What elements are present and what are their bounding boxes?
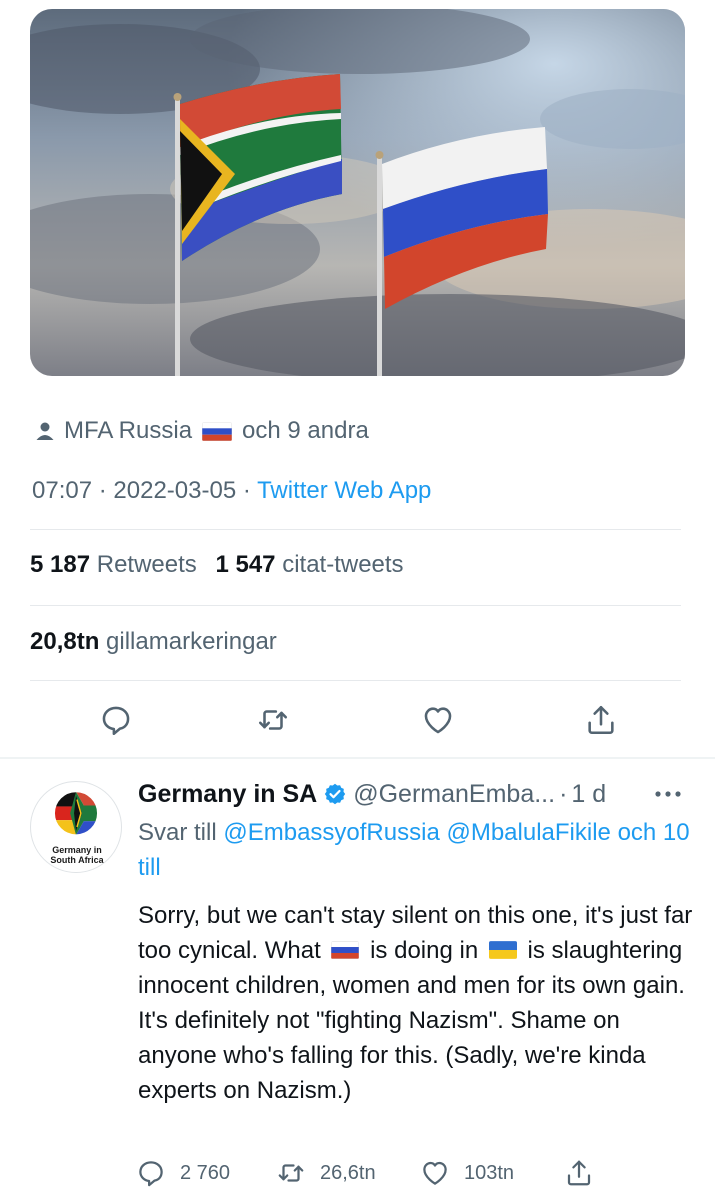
share-icon <box>567 1160 591 1186</box>
like-icon <box>424 707 452 734</box>
quotes-label: citat-tweets <box>282 551 404 578</box>
reply-text: Sorry, but we can't stay silent on this … <box>138 898 703 1108</box>
likes-stat[interactable]: 20,8tn gillamarkeringar <box>30 628 277 656</box>
reply-to-prefix: Svar till <box>138 819 217 846</box>
liked-by-name[interactable]: MFA Russia <box>64 417 192 445</box>
divider <box>30 529 681 530</box>
reply-header: Germany in SA @GermanEmba... · 1 d <box>138 777 688 811</box>
like-icon <box>423 1161 447 1185</box>
reply-icon <box>139 1161 163 1187</box>
like-button[interactable] <box>418 700 458 740</box>
tweet-date[interactable]: 2022-03-05 <box>113 477 236 504</box>
tweet-action-bar <box>0 700 715 740</box>
retweet-count: 26,6tn <box>320 1161 376 1184</box>
author-name[interactable]: Germany in SA <box>138 780 317 809</box>
tweet-timestamp-row: 07:07 · 2022-03-05 · Twitter Web App <box>32 477 431 505</box>
likes-count: 20,8tn <box>30 628 100 655</box>
flags-photo <box>30 9 685 376</box>
share-button[interactable] <box>581 700 621 740</box>
separator-dot: · <box>559 779 568 808</box>
retweets-count: 5 187 <box>30 551 91 578</box>
avatar-text-line1: Germany in <box>52 845 102 855</box>
share-button[interactable] <box>564 1155 608 1191</box>
retweet-button[interactable]: 26,6tn <box>276 1155 376 1191</box>
retweet-icon <box>258 710 288 730</box>
quotes-stat[interactable]: 1 547 citat-tweets <box>215 551 403 578</box>
retweet-button[interactable] <box>253 700 293 740</box>
reply-icon <box>102 706 130 736</box>
tweet-media-image[interactable] <box>30 9 685 376</box>
tweet-time[interactable]: 07:07 <box>32 477 92 504</box>
quotes-count: 1 547 <box>215 551 276 578</box>
avatar[interactable]: Germany in South Africa <box>30 781 122 873</box>
share-icon <box>588 705 614 735</box>
section-divider <box>0 757 715 759</box>
separator-dot: · <box>98 477 107 504</box>
tweet-source-link[interactable]: Twitter Web App <box>257 477 431 504</box>
avatar-text-line2: South Africa <box>50 855 104 865</box>
retweets-stat[interactable]: 5 187 Retweets <box>30 551 197 578</box>
reply-count: 2 760 <box>180 1161 231 1184</box>
liked-by-suffix: och 9 andra <box>242 417 369 444</box>
like-button[interactable]: 103tn <box>420 1155 514 1191</box>
separator-dot: · <box>242 477 251 504</box>
mention-link[interactable]: @MbalulaFikile <box>446 819 610 846</box>
like-count: 103tn <box>464 1161 515 1184</box>
reply-to-line: Svar till @EmbassyofRussia @MbalulaFikil… <box>138 815 698 885</box>
mention-link[interactable]: @EmbassyofRussia <box>223 819 439 846</box>
verified-badge-icon <box>325 783 346 805</box>
russia-flag-icon <box>202 421 233 441</box>
reply-time[interactable]: 1 d <box>571 780 606 809</box>
author-handle[interactable]: @GermanEmba... <box>353 780 555 809</box>
reply-button[interactable]: 2 760 <box>136 1155 230 1191</box>
more-options-icon[interactable] <box>653 789 683 799</box>
reply-action-bar: 2 760 26,6tn 103tn <box>136 1155 706 1191</box>
divider <box>30 680 681 681</box>
russia-flag-icon <box>331 940 360 959</box>
divider <box>30 605 681 606</box>
retweets-label: Retweets <box>96 551 197 578</box>
retweet-icon <box>278 1164 304 1182</box>
reply-text-part: is doing in <box>370 937 479 964</box>
likes-label: gillamarkeringar <box>106 628 277 655</box>
person-icon <box>36 422 54 440</box>
liked-by-row[interactable]: MFA Russia och 9 andra <box>34 415 369 447</box>
reply-button[interactable] <box>96 700 136 740</box>
tweet-stats-row: 5 187 Retweets 1 547 citat-tweets <box>30 551 404 579</box>
ukraine-flag-icon <box>488 940 517 959</box>
